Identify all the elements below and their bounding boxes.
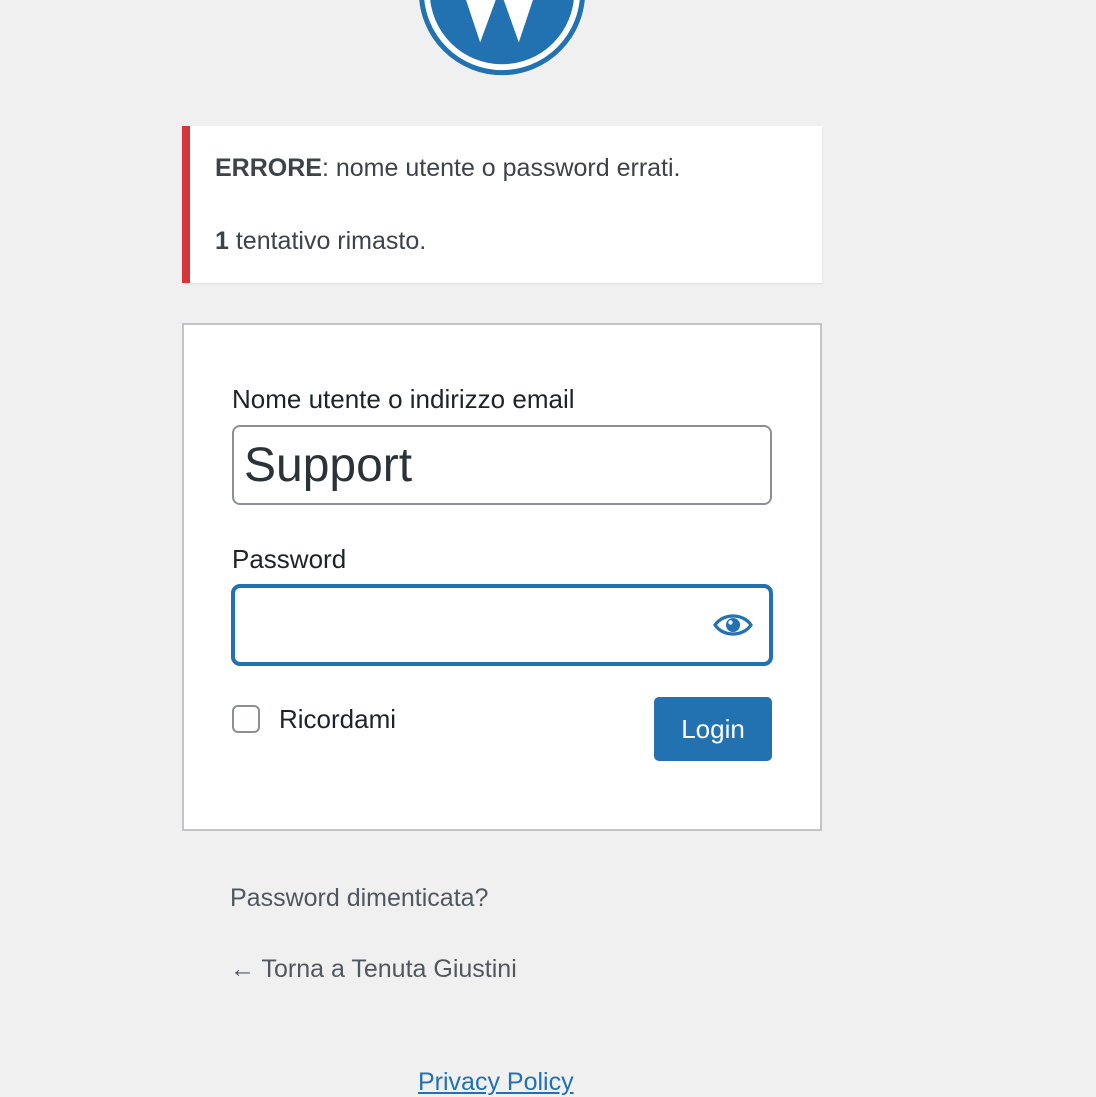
attempts-text: tentativo rimasto. — [228, 227, 427, 255]
password-label: Password — [232, 544, 347, 574]
eye-icon[interactable] — [713, 610, 753, 640]
error-message: : nome utente o password errati. — [321, 154, 681, 182]
lost-password-link[interactable]: Password dimenticata? — [230, 884, 488, 913]
login-button[interactable]: Login — [654, 697, 772, 761]
attempts-line: 1 tentativo rimasto. — [215, 226, 426, 256]
username-input[interactable] — [244, 433, 754, 497]
error-label: ERRORE — [215, 154, 322, 182]
remember-checkbox[interactable] — [232, 705, 260, 733]
remember-me: Ricordami — [232, 702, 396, 736]
privacy-policy-link[interactable]: Privacy Policy — [418, 1068, 574, 1097]
login-error-notice: ERRORE: nome utente o password errati. 1… — [182, 126, 822, 283]
password-input[interactable] — [245, 594, 695, 656]
login-form: Nome utente o indirizzo email Password R… — [182, 323, 822, 831]
wordpress-logo-icon[interactable] — [418, 0, 586, 76]
back-to-site-link[interactable]: ← Torna a Tenuta Giustini — [230, 955, 517, 984]
attempts-count: 1 — [215, 227, 229, 255]
password-field-wrapper — [232, 585, 772, 665]
error-line: ERRORE: nome utente o password errati. — [215, 153, 681, 183]
username-label: Nome utente o indirizzo email — [232, 384, 575, 414]
username-field-wrapper — [232, 425, 772, 505]
remember-label: Ricordami — [279, 703, 397, 734]
